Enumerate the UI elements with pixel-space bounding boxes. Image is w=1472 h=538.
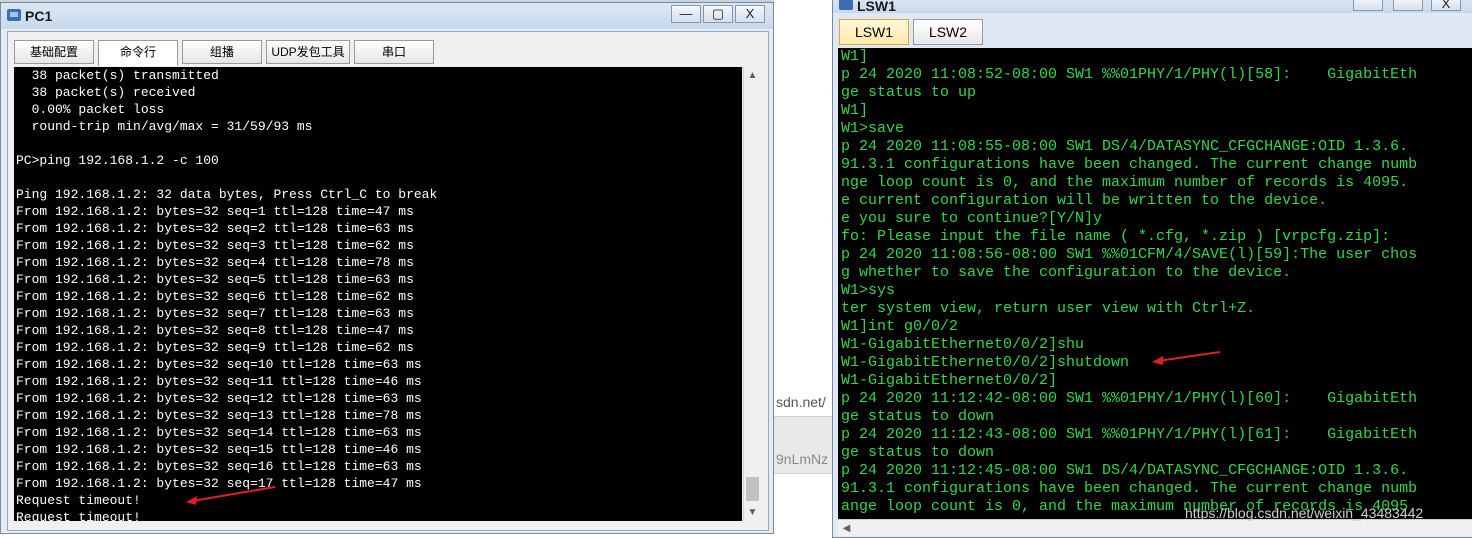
terminal-line: W1-GigabitEthernet0/0/2]shu [841, 336, 1085, 353]
terminal-line: From 192.168.1.2: bytes=32 seq=6 ttl=128… [16, 289, 414, 304]
terminal-line: W1-GigabitEthernet0/0/2] [841, 372, 1058, 389]
terminal-line: Ping 192.168.1.2: 32 data bytes, Press C… [16, 187, 438, 202]
terminal-line: W1>save [841, 120, 905, 137]
terminal-line: e you sure to continue?[Y/N]y [841, 210, 1103, 227]
lsw1-title: LSW1 [857, 0, 896, 14]
background-text-2: 9nLmNz [776, 451, 829, 467]
scrollbar-thumb[interactable] [746, 477, 759, 501]
maximize-button[interactable]: ▢ [703, 5, 733, 23]
close-button[interactable]: X [735, 5, 765, 23]
terminal-line: ge status to down [841, 408, 995, 425]
lsw1-terminal[interactable]: W1] p 24 2020 11:08:52-08:00 SW1 %%01PHY/… [838, 48, 1472, 520]
terminal-line: 0.00% packet loss [16, 102, 165, 117]
terminal-line: From 192.168.1.2: bytes=32 seq=14 ttl=12… [16, 425, 422, 440]
terminal-line: From 192.168.1.2: bytes=32 seq=16 ttl=12… [16, 459, 422, 474]
terminal-line: Request timeout! [16, 493, 141, 508]
terminal-line: p 24 2020 11:12:45-08:00 SW1 DS/4/DATASY… [841, 462, 1409, 479]
tab-lsw1[interactable]: LSW1 [839, 19, 909, 45]
terminal-line: From 192.168.1.2: bytes=32 seq=8 ttl=128… [16, 323, 414, 338]
terminal-line: From 192.168.1.2: bytes=32 seq=17 ttl=12… [16, 476, 422, 491]
background-text: sdn.net/ [776, 394, 826, 410]
terminal-line: ge status to down [841, 444, 995, 461]
terminal-line: From 192.168.1.2: bytes=32 seq=10 ttl=12… [16, 357, 422, 372]
terminal-line: From 192.168.1.2: bytes=32 seq=3 ttl=128… [16, 238, 414, 253]
terminal-line: W1]int g0/0/2 [841, 318, 959, 335]
terminal-line: From 192.168.1.2: bytes=32 seq=9 ttl=128… [16, 340, 414, 355]
terminal-line: From 192.168.1.2: bytes=32 seq=7 ttl=128… [16, 306, 414, 321]
terminal-line: nge loop count is 0, and the maximum num… [841, 174, 1409, 191]
terminal-line: Request timeout! [16, 510, 141, 521]
terminal-line: From 192.168.1.2: bytes=32 seq=13 ttl=12… [16, 408, 422, 423]
terminal-line: W1] [841, 102, 869, 119]
terminal-line: From 192.168.1.2: bytes=32 seq=1 ttl=128… [16, 204, 414, 219]
tab-udp-tool[interactable]: UDP发包工具 [266, 40, 350, 64]
terminal-line: g whether to save the configuration to t… [841, 264, 1292, 281]
terminal-line: p 24 2020 11:12:43-08:00 SW1 %%01PHY/1/P… [841, 426, 1418, 443]
terminal-line: 38 packet(s) received [16, 85, 196, 100]
pc-icon [7, 9, 21, 21]
terminal-line: 91.3.1 configurations have been changed.… [841, 156, 1418, 173]
terminal-line: ter system view, return user view with C… [841, 300, 1256, 317]
terminal-line: W1] [841, 48, 869, 65]
scroll-left-icon[interactable]: ◀ [838, 520, 855, 537]
terminal-line: W1>sys [841, 282, 896, 299]
terminal-line: From 192.168.1.2: bytes=32 seq=5 ttl=128… [16, 272, 414, 287]
tab-lsw2[interactable]: LSW2 [913, 19, 983, 45]
terminal-line: fo: Please input the file name ( *.cfg, … [841, 228, 1391, 245]
close-button[interactable]: X [1431, 0, 1461, 11]
lsw1-titlebar[interactable]: LSW1 X [833, 0, 1472, 14]
terminal-line: round-trip min/avg/max = 31/59/93 ms [16, 119, 313, 134]
pc1-vertical-scrollbar[interactable]: ▲ ▼ [743, 67, 761, 521]
terminal-line: From 192.168.1.2: bytes=32 seq=15 ttl=12… [16, 442, 422, 457]
tab-serial-port[interactable]: 串口 [354, 40, 434, 64]
terminal-line: From 192.168.1.2: bytes=32 seq=4 ttl=128… [16, 255, 414, 270]
pc1-titlebar[interactable]: PC1 — ▢ X [1, 3, 773, 29]
tab-basic-config[interactable]: 基础配置 [14, 40, 94, 64]
terminal-line: p 24 2020 11:12:42-08:00 SW1 %%01PHY/1/P… [841, 390, 1418, 407]
lsw1-horizontal-scrollbar[interactable]: ◀ [838, 519, 1472, 536]
terminal-line: ge status to up [841, 84, 977, 101]
pc1-content: 基础配置 命令行 组播 UDP发包工具 串口 38 packet(s) tran… [7, 31, 769, 531]
terminal-line: From 192.168.1.2: bytes=32 seq=12 ttl=12… [16, 391, 422, 406]
terminal-line: 38 packet(s) transmitted [16, 68, 219, 83]
scroll-up-icon[interactable]: ▲ [744, 67, 761, 84]
terminal-line: From 192.168.1.2: bytes=32 seq=2 ttl=128… [16, 221, 414, 236]
terminal-line: PC>ping 192.168.1.2 -c 100 [16, 153, 219, 168]
scroll-down-icon[interactable]: ▼ [744, 504, 761, 521]
tab-multicast[interactable]: 组播 [182, 40, 262, 64]
lsw1-window: LSW1 X LSW1 LSW2 W1] p 24 2020 11:08:52-0… [832, 0, 1472, 538]
pc1-title: PC1 [25, 8, 53, 24]
terminal-line: From 192.168.1.2: bytes=32 seq=11 ttl=12… [16, 374, 422, 389]
terminal-line: 91.3.1 configurations have been changed.… [841, 480, 1418, 497]
terminal-line: p 24 2020 11:08:52-08:00 SW1 %%01PHY/1/P… [841, 66, 1418, 83]
minimize-button[interactable] [1353, 0, 1383, 11]
switch-icon [839, 0, 853, 10]
terminal-line: e current configuration will be written … [841, 192, 1328, 209]
minimize-button[interactable]: — [671, 5, 701, 23]
pc1-window: PC1 — ▢ X 基础配置 命令行 组播 UDP发包工具 串口 38 pack… [0, 2, 774, 534]
terminal-line: W1-GigabitEthernet0/0/2]shutdown [841, 354, 1130, 371]
terminal-line: p 24 2020 11:08:55-08:00 SW1 DS/4/DATASY… [841, 138, 1409, 155]
pc1-terminal[interactable]: 38 packet(s) transmitted 38 packet(s) re… [14, 67, 742, 521]
tab-command-line[interactable]: 命令行 [98, 40, 178, 66]
watermark: https://blog.csdn.net/weixin_43483442 [1185, 505, 1424, 521]
maximize-button[interactable] [1393, 0, 1423, 11]
terminal-line: p 24 2020 11:08:56-08:00 SW1 %%01CFM/4/S… [841, 246, 1418, 263]
